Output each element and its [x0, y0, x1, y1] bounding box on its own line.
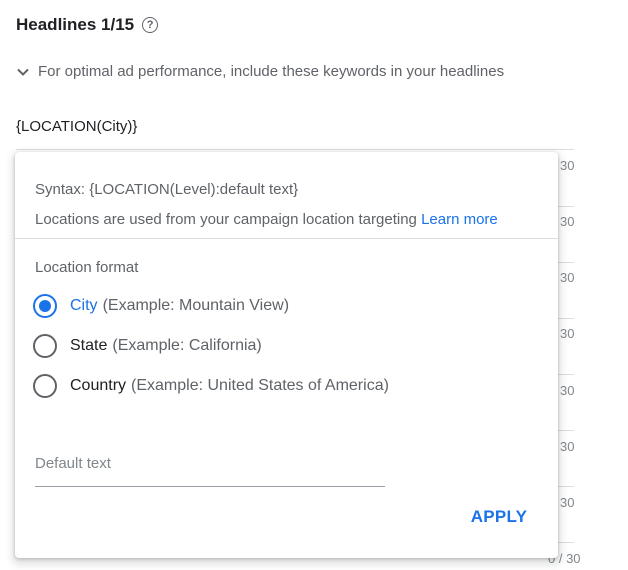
- option-state-example: (Example: California): [112, 337, 262, 354]
- keywords-hint-toggle[interactable]: For optimal ad performance, include thes…: [16, 63, 504, 80]
- char-counter: 30: [560, 158, 575, 173]
- option-country-example: (Example: United States of America): [131, 377, 389, 394]
- chevron-down-icon: [17, 68, 29, 76]
- location-insert-popup: Syntax: {LOCATION(Level):default text} L…: [15, 152, 558, 558]
- location-format-label: Location format: [35, 259, 139, 276]
- headlines-title: Headlines 1/15 ?: [16, 15, 159, 35]
- location-note: Locations are used from your campaign lo…: [35, 211, 498, 228]
- headlines-title-text: Headlines 1/15: [16, 15, 135, 34]
- radio-country[interactable]: [33, 374, 57, 398]
- headline-input-value: {LOCATION(City)}: [16, 118, 138, 135]
- default-text-input[interactable]: Default text: [35, 455, 385, 487]
- learn-more-link[interactable]: Learn more: [421, 211, 498, 228]
- option-state-label: State: [70, 337, 108, 354]
- popup-divider: [15, 238, 558, 239]
- char-counter: 30: [560, 439, 575, 454]
- keywords-hint-text: For optimal ad performance, include thes…: [38, 63, 505, 80]
- option-state[interactable]: State (Example: California): [33, 334, 262, 358]
- option-city[interactable]: City (Example: Mountain View): [33, 294, 289, 318]
- radio-state[interactable]: [33, 334, 57, 358]
- char-counter: 30: [560, 495, 575, 510]
- syntax-text: Syntax: {LOCATION(Level):default text}: [35, 181, 299, 198]
- default-text-placeholder: Default text: [35, 455, 111, 472]
- char-counter: 30: [560, 214, 575, 229]
- option-city-label: City: [70, 297, 98, 314]
- apply-button[interactable]: APPLY: [459, 507, 539, 527]
- headline-input[interactable]: {LOCATION(City)}: [16, 118, 574, 150]
- option-country[interactable]: Country (Example: United States of Ameri…: [33, 374, 389, 398]
- char-counter: 30: [560, 270, 575, 285]
- option-country-label: Country: [70, 377, 127, 394]
- char-counter: 30: [560, 383, 575, 398]
- char-counter: 30: [560, 326, 575, 341]
- location-note-text: Locations are used from your campaign lo…: [35, 211, 417, 228]
- option-city-example: (Example: Mountain View): [102, 297, 290, 314]
- help-icon[interactable]: ?: [142, 17, 159, 33]
- radio-city[interactable]: [33, 294, 57, 318]
